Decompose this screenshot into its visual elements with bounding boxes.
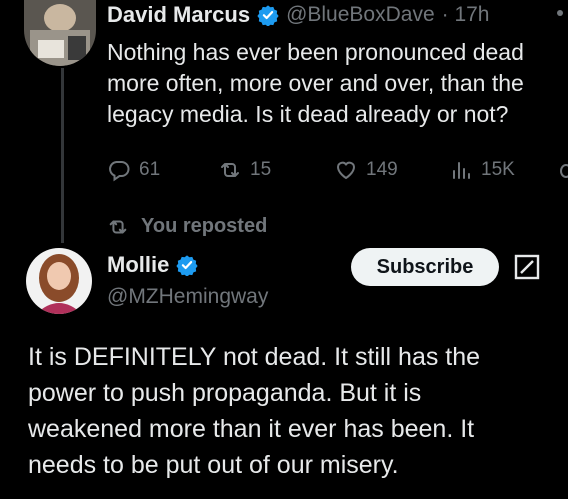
reply-text-line: needs to be put out of our misery. <box>28 451 399 479</box>
grok-icon[interactable] <box>514 254 540 280</box>
tweet-text-line: Nothing has ever been pronounced dead <box>107 39 524 65</box>
views-icon <box>453 162 470 179</box>
reply-button[interactable]: 61 <box>107 158 160 182</box>
tweet-time[interactable]: · 17h <box>442 3 490 27</box>
tweet-text-line: legacy media. Is it dead already or not? <box>107 101 509 127</box>
verified-badge-icon <box>257 5 279 26</box>
repost-icon <box>109 219 127 234</box>
subscribe-button[interactable]: Subscribe <box>351 248 499 286</box>
repost-note-text: You reposted <box>141 215 268 237</box>
tweet-header: David Marcus @BlueBoxDave · 17h <box>107 2 490 28</box>
reply-header: Mollie <box>107 252 198 278</box>
repost-count: 15 <box>250 159 272 180</box>
reply-text: It is DEFINITELY not dead. It still has … <box>28 339 480 483</box>
avatar-david-marcus[interactable] <box>24 0 96 66</box>
verified-badge-icon <box>176 255 198 276</box>
author-handle[interactable]: @BlueBoxDave <box>286 3 435 27</box>
tweet-text-line: more often, more over and over, than the <box>107 70 524 96</box>
more-dot-icon[interactable] <box>557 10 563 16</box>
reply-count: 61 <box>139 159 161 180</box>
reply-text-line: weakened more than it ever has been. It <box>28 415 475 443</box>
avatar-mollie[interactable] <box>26 248 92 314</box>
reply-icon <box>109 161 130 182</box>
repost-button[interactable]: 15 <box>218 158 271 182</box>
view-count: 15K <box>481 159 515 180</box>
like-count: 149 <box>366 159 398 180</box>
tweet-text: Nothing has ever been pronounced dead mo… <box>107 37 524 130</box>
like-button[interactable]: 149 <box>334 158 398 182</box>
reply-author-handle[interactable]: @MZHemingway <box>107 285 268 309</box>
author-name[interactable]: David Marcus <box>107 2 250 28</box>
reply-text-line: power to push propaganda. But it is <box>28 379 422 407</box>
share-icon[interactable] <box>560 164 568 178</box>
heart-icon <box>336 161 356 180</box>
repost-note: You reposted <box>107 215 267 238</box>
views-button[interactable]: 15K <box>449 158 515 182</box>
reply-author-name[interactable]: Mollie <box>107 252 169 278</box>
reply-text-line: It is DEFINITELY not dead. It still has … <box>28 343 481 371</box>
repost-icon <box>221 163 239 177</box>
thread-line <box>61 68 64 243</box>
